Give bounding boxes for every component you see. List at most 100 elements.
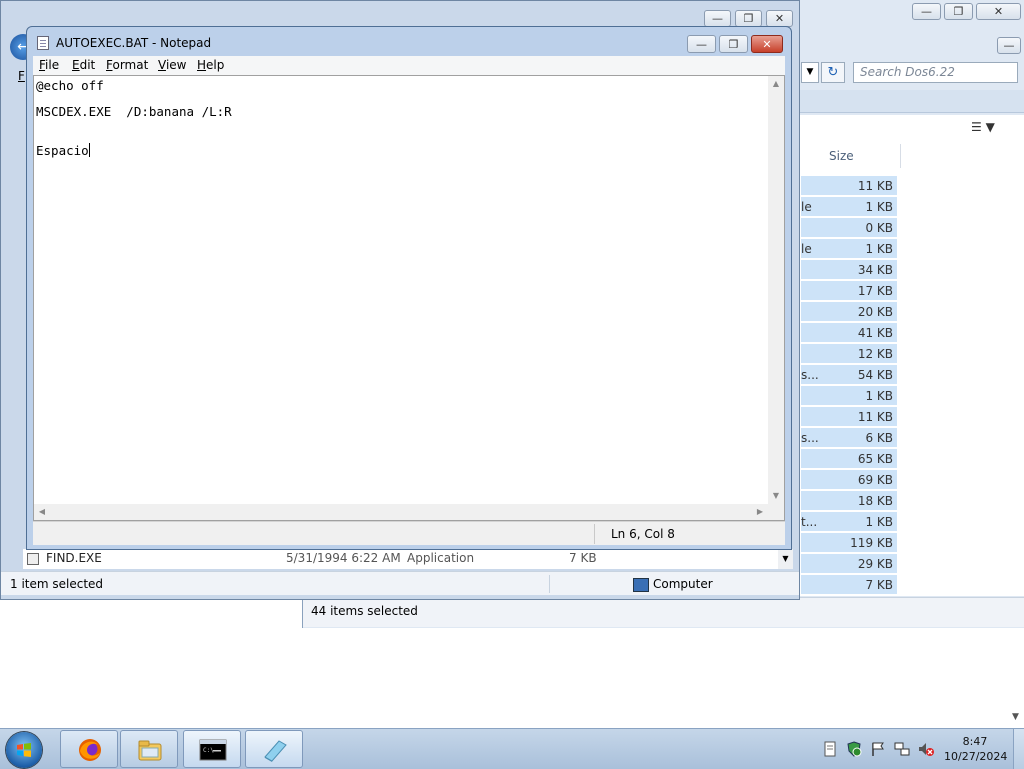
taskbar-command-prompt[interactable]: C:\ [183,730,241,768]
taskbar-firefox[interactable] [60,730,118,768]
table-row[interactable]: 119 KB [801,533,897,553]
restore-button[interactable]: ❐ [944,3,973,20]
refresh-icon[interactable]: ↻ [821,62,845,83]
selection-count: 44 items selected [311,604,418,618]
start-button[interactable] [6,732,42,768]
system-clock[interactable]: 8:47 10/27/2024 [944,734,1008,764]
table-row[interactable]: le 1 KB [801,239,897,259]
table-row[interactable]: 11 KB [801,407,897,427]
table-row[interactable]: 20 KB [801,302,897,322]
file-size: 1 KB [865,515,893,529]
table-row[interactable]: 7 KB [801,575,897,595]
text-editor[interactable]: @echo off MSCDEX.EXE /D:banana /L:R Espa… [33,75,785,521]
minimize-button[interactable]: — [912,3,941,20]
menu-file[interactable]: F [18,69,25,83]
table-row[interactable]: 69 KB [801,470,897,490]
search-input[interactable]: Search Dos6.22 [853,62,1018,83]
scroll-up-arrow-icon[interactable]: ▲ [768,76,784,92]
maximize-button[interactable]: ❐ [735,10,762,27]
file-size: 11 KB [857,410,893,424]
file-size: 11 KB [857,179,893,193]
command-prompt-icon: C:\ [199,739,227,761]
scroll-right-arrow-icon[interactable]: ▶ [752,504,768,520]
file-size: 7 KB [865,578,893,592]
table-row[interactable]: 0 KB [801,218,897,238]
file-size: 1 KB [865,242,893,256]
scroll-down-arrow-icon[interactable]: ▼ [768,488,784,504]
action-center-flag-icon[interactable] [870,741,886,757]
minimize-button[interactable]: — [687,35,716,53]
horizontal-scrollbar[interactable]: ◀ ▶ [34,504,768,520]
security-shield-icon[interactable] [846,741,862,757]
text-caret [88,143,90,157]
table-row[interactable]: 1 KB [801,386,897,406]
table-row[interactable]: s... 54 KB [801,365,897,385]
vertical-scrollbar[interactable]: ▲ ▼ [768,76,784,504]
change-view-icon[interactable]: ☰ ▼ [971,120,995,134]
file-size: 18 KB [857,494,893,508]
table-row[interactable]: 34 KB [801,260,897,280]
maximize-button[interactable]: ❐ [719,35,748,53]
file-type-fragment: t... [801,515,818,529]
status-bar: 1 item selected Computer [1,571,799,595]
minimize-button[interactable]: — [704,10,731,27]
close-button[interactable]: ✕ [766,10,793,27]
column-header-size[interactable]: Size [825,144,901,168]
firefox-icon [79,739,101,761]
windows-logo-icon [17,743,31,757]
table-row[interactable]: 11 KB [801,176,897,196]
table-row[interactable]: le 1 KB [801,197,897,217]
folder-icon [138,740,162,761]
table-row[interactable]: s... 6 KB [801,428,897,448]
status-bar: 44 items selected [303,597,1024,627]
menu-format[interactable]: Format [106,58,148,72]
file-size: 12 KB [857,347,893,361]
close-button[interactable]: ✕ [751,35,783,53]
file-size: 20 KB [857,305,893,319]
location-label: Computer [653,577,713,591]
file-size: 1 KB [865,200,893,214]
window-controls: — ❐ ✕ [912,3,1021,20]
taskbar-notepad[interactable] [245,730,303,768]
window-title: AUTOEXEC.BAT - Notepad [56,36,212,50]
scroll-down-arrow-icon[interactable]: ▼ [1012,712,1019,722]
table-row[interactable]: 65 KB [801,449,897,469]
table-row[interactable]: 29 KB [801,554,897,574]
show-desktop-button[interactable] [1013,729,1024,769]
restore-down-icon[interactable]: — [997,37,1021,54]
table-row[interactable]: 41 KB [801,323,897,343]
file-type-fragment: s... [801,368,819,382]
svg-text:C:\: C:\ [203,747,214,754]
table-row[interactable]: 18 KB [801,491,897,511]
scrollbar-corner [768,504,784,520]
taskbar: C:\ 8:47 10/27/2024 [0,728,1024,769]
close-button[interactable]: ✕ [976,3,1021,20]
file-size: 6 KB [865,431,893,445]
clock-time: 8:47 [962,735,988,748]
file-size: 41 KB [857,326,893,340]
network-icon[interactable] [894,741,910,757]
file-name: FIND.EXE [46,551,102,565]
notepad-icon[interactable] [37,36,49,50]
menu-help[interactable]: Help [197,58,224,72]
menu-file[interactable]: File [39,58,59,72]
address-dropdown-icon[interactable]: ▼ [801,62,819,83]
menu-view[interactable]: View [158,58,186,72]
window-controls: — ❐ ✕ [704,10,793,27]
table-row[interactable]: FIND.EXE 5/31/1994 6:22 AM Application 7… [23,549,786,569]
file-size: 0 KB [865,221,893,235]
clock-date: 10/27/2024 [944,750,1008,763]
title-bar[interactable]: AUTOEXEC.BAT - Notepad — ❐ ✕ [27,27,791,55]
table-row[interactable]: 12 KB [801,344,897,364]
file-size: 7 KB [569,551,597,565]
table-row[interactable]: 17 KB [801,281,897,301]
scroll-left-arrow-icon[interactable]: ◀ [34,504,50,520]
notepad-window: AUTOEXEC.BAT - Notepad — ❐ ✕ File Edit F… [26,26,792,550]
scroll-down-arrow-icon[interactable]: ▼ [778,549,793,569]
taskbar-explorer[interactable] [120,730,178,768]
document-icon[interactable] [822,741,838,757]
volume-muted-icon[interactable] [918,741,934,757]
file-size: 1 KB [865,389,893,403]
table-row[interactable]: t... 1 KB [801,512,897,532]
menu-edit[interactable]: Edit [72,58,95,72]
